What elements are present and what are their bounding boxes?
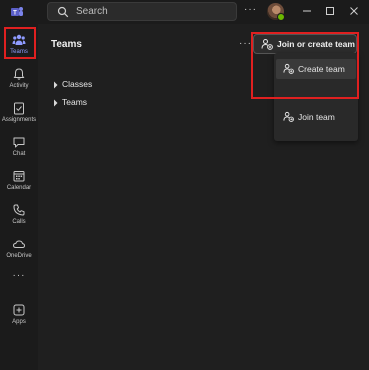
phone-icon xyxy=(13,204,25,216)
chevron-right-icon xyxy=(54,99,58,107)
tree-item-label: Teams xyxy=(62,97,88,107)
title-bar: T ··· xyxy=(0,0,369,24)
cloud-icon xyxy=(12,240,26,248)
avatar[interactable] xyxy=(267,3,285,21)
join-or-create-team-label: Join or create team xyxy=(277,39,355,49)
svg-text:T: T xyxy=(13,11,17,17)
presence-available-icon xyxy=(277,13,285,21)
people-add-icon xyxy=(261,39,273,50)
teams-icon xyxy=(12,34,26,45)
maximize-icon[interactable] xyxy=(322,3,338,19)
tree-item-label: Classes xyxy=(62,79,93,89)
page-title: Teams xyxy=(51,39,82,50)
rail-item-apps[interactable]: Apps xyxy=(0,300,38,332)
rail-item-activity[interactable]: Activity xyxy=(0,64,38,96)
search-icon xyxy=(57,6,69,18)
rail-item-assignments[interactable]: Assignments xyxy=(0,98,38,130)
app-rail: Teams Activity Assignments Chat Calendar… xyxy=(0,24,38,370)
more-apps-icon[interactable]: ··· xyxy=(0,270,38,281)
menu-item-label: Join team xyxy=(298,112,335,122)
chat-icon xyxy=(13,137,25,148)
more-options-icon[interactable]: ··· xyxy=(244,4,257,15)
rail-item-label: Calendar xyxy=(6,185,32,191)
rail-item-calendar[interactable]: Calendar xyxy=(0,166,38,198)
teams-window: T ··· xyxy=(0,0,369,370)
menu-item-label: Create team xyxy=(298,64,345,74)
search-input[interactable] xyxy=(76,3,226,20)
create-team-icon xyxy=(283,63,294,74)
rail-item-calls[interactable]: Calls xyxy=(0,200,38,232)
apps-icon xyxy=(13,304,25,316)
bell-icon xyxy=(13,68,25,80)
rail-item-chat[interactable]: Chat xyxy=(0,132,38,164)
join-or-create-team-button[interactable]: Join or create team xyxy=(253,34,357,54)
teams-panel: Teams ··· Join or create team Create tea… xyxy=(38,24,369,370)
assignments-icon xyxy=(14,102,24,115)
join-or-create-menu: Create team Join team xyxy=(274,53,358,141)
more-options-icon[interactable]: ··· xyxy=(239,38,252,49)
close-icon[interactable] xyxy=(346,3,362,19)
rail-item-teams[interactable]: Teams xyxy=(0,30,38,62)
rail-item-label: Activity xyxy=(9,83,29,89)
rail-item-onedrive[interactable]: OneDrive xyxy=(0,234,38,266)
calendar-icon xyxy=(13,171,25,182)
rail-item-label: Calls xyxy=(12,219,26,225)
rail-item-label: OneDrive xyxy=(6,253,32,259)
rail-item-label: Apps xyxy=(12,319,26,325)
menu-item-create-team[interactable]: Create team xyxy=(276,59,356,79)
rail-item-label: Assignments xyxy=(1,117,37,123)
rail-item-label: Chat xyxy=(12,151,26,157)
menu-item-join-team[interactable]: Join team xyxy=(276,107,356,127)
join-team-icon xyxy=(283,111,294,122)
chevron-right-icon xyxy=(54,81,58,89)
teams-logo-icon: T xyxy=(11,7,23,17)
rail-item-label: Teams xyxy=(10,49,28,55)
minimize-icon[interactable] xyxy=(299,3,315,19)
search-box[interactable] xyxy=(47,2,237,21)
